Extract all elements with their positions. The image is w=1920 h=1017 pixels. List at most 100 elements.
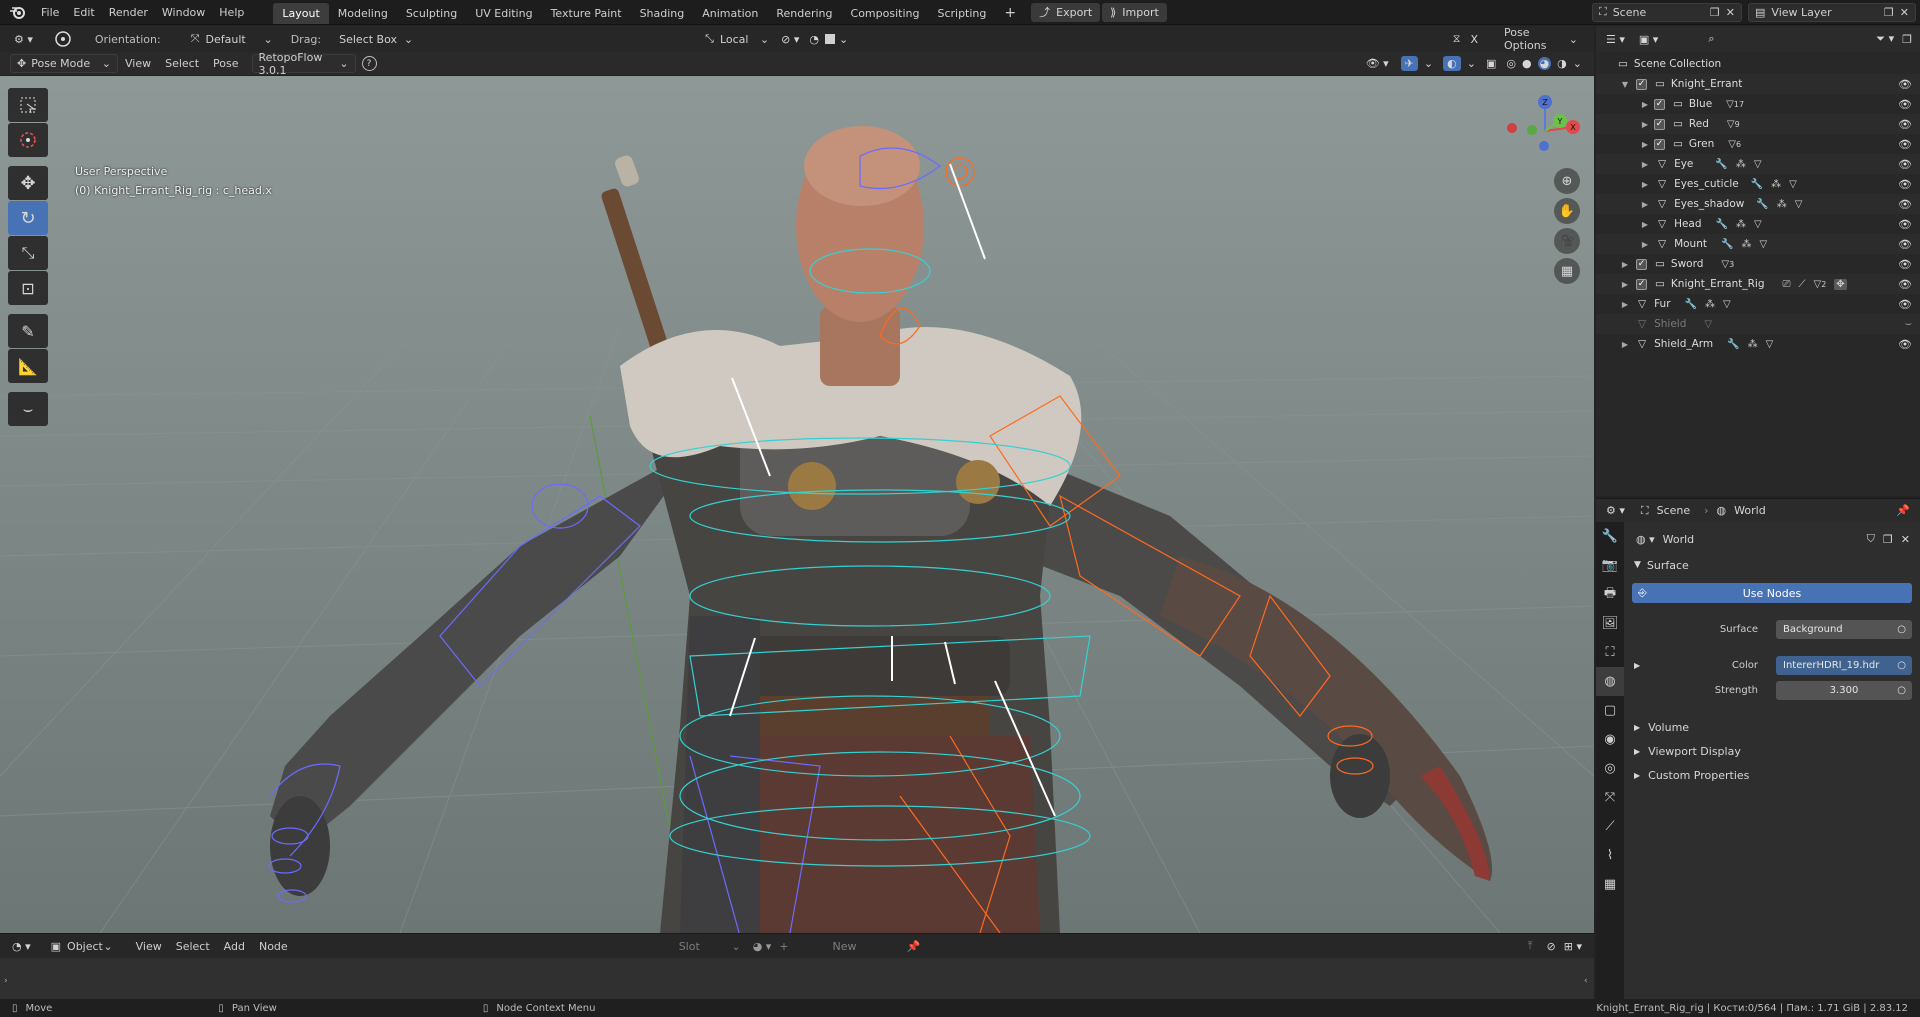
close-scene-icon[interactable]: ✕ (1726, 6, 1735, 19)
select-box-icon[interactable] (8, 88, 48, 122)
active-tool-icon[interactable] (45, 28, 81, 50)
scale-icon[interactable]: ⤡ (8, 236, 48, 270)
view-layer-selector[interactable]: ▤ View Layer ❐ ✕ (1748, 2, 1916, 22)
cursor-icon[interactable] (8, 123, 48, 157)
exclude-checkbox[interactable]: ✓ (1654, 118, 1665, 130)
add-icon[interactable]: + (779, 940, 788, 953)
menu-help[interactable]: Help (212, 0, 251, 25)
expand-arrow-icon[interactable]: ▼ (1618, 80, 1632, 89)
outliner-item-hidden[interactable]: ▽ Shield ▽ ⌣ (1596, 314, 1920, 334)
visibility-filter-icon[interactable]: 👁 ▾ (1366, 57, 1389, 70)
world-name[interactable]: World (1663, 533, 1695, 546)
tab-texture-paint[interactable]: Texture Paint (542, 3, 631, 24)
wireframe-shading-icon[interactable]: ◎ (1506, 57, 1516, 70)
outliner-item[interactable]: ▶ ▽ Eye 🔧 ⁂ ▽ 👁 (1596, 154, 1920, 174)
eye-icon[interactable]: 👁 (1898, 158, 1912, 171)
surface-panel-header[interactable]: ▼ Surface (1624, 554, 1920, 576)
object-type-dropdown[interactable]: ▣ Object ⌄ (45, 937, 119, 956)
breadcrumb-scene[interactable]: Scene (1657, 504, 1691, 517)
node-menu-add[interactable]: Add (217, 934, 252, 959)
exclude-checkbox[interactable]: ✓ (1636, 278, 1647, 290)
mirror-icon[interactable]: ⧖ (1453, 32, 1461, 46)
orientation-dropdown[interactable]: ⤧ Default ⌄ (185, 30, 279, 49)
expand-arrow-icon[interactable]: ▶ (1618, 300, 1632, 309)
rotate-icon[interactable]: ↻ (8, 201, 48, 235)
mode-dropdown[interactable]: ✥ Pose Mode ⌄ (10, 54, 118, 73)
outliner-item[interactable]: ▶ ▽ Eyes_shadow 🔧 ⁂ ▽ 👁 (1596, 194, 1920, 214)
tab-compositing[interactable]: Compositing (842, 3, 929, 24)
outliner-item[interactable]: ▶ ▽ Eyes_cuticle 🔧 ⁂ ▽ 👁 (1596, 174, 1920, 194)
chevron-down-icon[interactable]: ⌄ (1424, 57, 1433, 70)
expand-arrow-icon[interactable]: ▶ (1618, 340, 1632, 349)
copy-scene-icon[interactable]: ❐ (1710, 6, 1720, 19)
exclude-checkbox[interactable]: ✓ (1636, 258, 1647, 270)
tab-animation[interactable]: Animation (693, 3, 767, 24)
annotate-icon[interactable]: ✎ (8, 314, 48, 348)
pin-icon[interactable]: 📌 (1896, 504, 1910, 517)
eye-icon[interactable]: 👁 (1898, 178, 1912, 191)
eye-icon[interactable]: 👁 (1898, 118, 1912, 131)
transform-icon[interactable]: ⊡ (8, 271, 48, 305)
node-menu-view[interactable]: View (129, 934, 169, 959)
expand-color-arrow-icon[interactable]: ▶ (1634, 661, 1640, 670)
texture-tab-icon[interactable]: ▦ (1596, 870, 1624, 899)
drag-dropdown[interactable]: Select Box ⌄ (333, 30, 419, 49)
eye-icon[interactable]: 👁 (1898, 298, 1912, 311)
object-tab-icon[interactable]: ▢ (1596, 696, 1624, 725)
outliner-item[interactable]: ▶ ▽ Head 🔧 ⁂ ▽ 👁 (1596, 214, 1920, 234)
bone-tab-icon[interactable]: ⌇ (1596, 841, 1624, 870)
color-texture-field[interactable]: IntererHDRI_19.hdr ○ (1776, 655, 1912, 675)
chevron-down-icon[interactable]: ⌄ (839, 33, 848, 46)
expand-arrow-icon[interactable]: ▶ (1638, 100, 1652, 109)
outliner-root[interactable]: ▭ Scene Collection (1596, 54, 1920, 74)
new-material-button[interactable]: New (833, 940, 857, 953)
outliner-item[interactable]: ▶ ✓ ▭ Sword ▽ 3 👁 (1596, 254, 1920, 274)
gizmo-toggle-icon[interactable]: ✈ (1400, 56, 1418, 71)
fake-user-shield-icon[interactable]: ⛉ (1867, 532, 1875, 546)
outliner-item[interactable]: ▶ ✓ ▭ Gren ▽ 6 👁 (1596, 134, 1920, 154)
outliner-item[interactable]: ▼ ✓ ▭ Knight_Errant 👁 (1596, 74, 1920, 94)
constraints-tab-icon[interactable]: ⤧ (1596, 783, 1624, 812)
pan-hand-icon[interactable]: ✋ (1554, 198, 1580, 224)
measure-icon[interactable]: 📐 (8, 349, 48, 383)
collapse-arrow-icon[interactable]: › (4, 976, 8, 986)
pose-options-dropdown[interactable]: Pose Options ⌄ (1498, 26, 1584, 52)
collapse-arrow-icon[interactable]: ‹ (1584, 976, 1588, 986)
eye-icon[interactable]: 👁 (1898, 198, 1912, 211)
eye-icon[interactable]: 👁 (1898, 138, 1912, 151)
tab-rendering[interactable]: Rendering (767, 3, 841, 24)
navigation-gizmo[interactable]: Z Y X (1500, 86, 1590, 166)
chevron-down-icon[interactable]: ⌄ (1467, 57, 1476, 70)
menu-render[interactable]: Render (102, 0, 155, 25)
proportional-falloff-icon[interactable] (824, 34, 835, 44)
blender-logo-icon[interactable] (0, 0, 34, 25)
viewport-menu-select[interactable]: Select (158, 52, 206, 76)
gizmo-neg-x-axis[interactable] (1507, 123, 1517, 133)
filter-icon[interactable]: ⏷ ▾ (1876, 32, 1894, 46)
duplicate-icon[interactable]: ❐ (1883, 533, 1893, 546)
editor-type-button[interactable]: ⚙ ▾ (8, 30, 39, 49)
outliner-item[interactable]: ▶ ▽ Fur 🔧 ⁂ ▽ 👁 (1596, 294, 1920, 314)
exclude-checkbox[interactable]: ✓ (1654, 98, 1665, 110)
gizmo-neg-z-axis[interactable] (1539, 141, 1549, 151)
outliner-item[interactable]: ▶ ▽ Mount 🔧 ⁂ ▽ 👁 (1596, 234, 1920, 254)
expand-arrow-icon[interactable]: ▶ (1638, 160, 1652, 169)
tab-uv-editing[interactable]: UV Editing (466, 3, 541, 24)
node-menu-select[interactable]: Select (169, 934, 217, 959)
eye-icon[interactable]: 👁 (1898, 78, 1912, 91)
physics-tab-icon[interactable]: ◎ (1596, 754, 1624, 783)
view-layer-tab-icon[interactable]: 🖼 (1596, 609, 1624, 638)
eye-closed-icon[interactable]: ⌣ (1905, 317, 1912, 331)
chevron-down-icon[interactable]: ⌄ (1573, 57, 1582, 70)
tab-modeling[interactable]: Modeling (329, 3, 397, 24)
overlays-toggle-icon[interactable]: ◐ (1443, 56, 1461, 71)
breadcrumb-world[interactable]: World (1734, 504, 1766, 517)
menu-edit[interactable]: Edit (66, 0, 101, 25)
render-tab-icon[interactable]: 📷 (1596, 551, 1624, 580)
shader-editor-canvas[interactable]: › ‹ (0, 958, 1594, 999)
new-collection-icon[interactable]: ❐ (1902, 33, 1912, 46)
add-workspace-button[interactable]: + (995, 3, 1025, 24)
proportional-edit-icon[interactable]: ◔ (809, 33, 819, 46)
close-icon[interactable]: ✕ (1901, 533, 1910, 546)
use-nodes-button[interactable]: ⎆ Use Nodes (1632, 583, 1912, 603)
